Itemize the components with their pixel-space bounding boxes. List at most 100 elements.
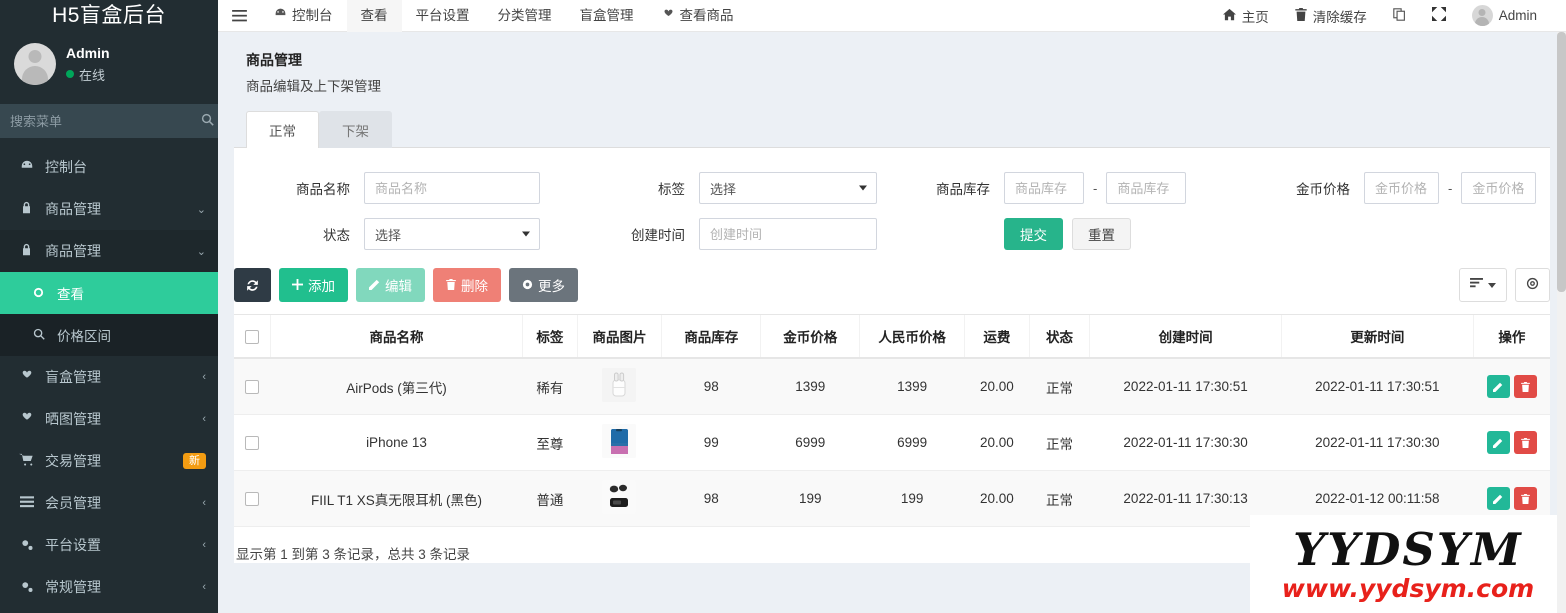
sidebar-item-price-range[interactable]: 价格区间 xyxy=(0,314,218,356)
sidebar-item-label: 商品管理 xyxy=(45,201,101,217)
filter-create-time-input[interactable] xyxy=(699,218,877,250)
table-row[interactable]: FIIL T1 XS真无限耳机 (黑色) 普通 98 199 199 20.00 xyxy=(234,470,1550,527)
sidebar-item-view[interactable]: 查看 xyxy=(0,272,218,314)
delete-button[interactable]: 删除 xyxy=(433,268,501,302)
filter-status-select[interactable]: 选择 xyxy=(364,218,540,250)
more-button[interactable]: 更多 xyxy=(509,268,578,302)
fullscreen-button[interactable] xyxy=(1419,0,1459,32)
columns-toggle-button[interactable] xyxy=(1459,268,1507,302)
sidebar: H5盲盒后台 Admin 在线 控制台 xyxy=(0,0,218,613)
table-settings-button[interactable] xyxy=(1515,268,1550,302)
scrollbar-thumb[interactable] xyxy=(1557,32,1566,292)
chevron-down-icon: ⌄ xyxy=(196,245,206,258)
row-delete-button[interactable] xyxy=(1513,487,1537,510)
col-updated-at[interactable]: 更新时间 xyxy=(1280,314,1474,359)
reset-button[interactable]: 重置 xyxy=(1072,218,1131,250)
filter-coin-min-input[interactable] xyxy=(1364,172,1439,204)
filter-stock-min-input[interactable] xyxy=(1004,172,1084,204)
filter-coin-max-input[interactable] xyxy=(1461,172,1537,204)
cell-product-name: FIIL T1 XS真无限耳机 (黑色) xyxy=(270,470,523,527)
user-status-label: 在线 xyxy=(79,67,106,83)
brand-title: H5盲盒后台 xyxy=(0,0,218,32)
chevron-left-icon: ‹ xyxy=(202,539,206,551)
sidebar-user-panel[interactable]: Admin 在线 xyxy=(0,32,218,94)
copy-button[interactable] xyxy=(1380,0,1419,32)
topnav-item-view-products[interactable]: 查看商品 xyxy=(648,0,748,32)
sidebar-item-trade-manage[interactable]: 交易管理 新 xyxy=(0,440,218,482)
cell-shipping: 20.00 xyxy=(964,358,1030,415)
row-delete-button[interactable] xyxy=(1513,375,1537,398)
col-rmb-price[interactable]: 人民币价格 xyxy=(859,314,965,359)
sidebar-item-dashboard[interactable]: 控制台 xyxy=(0,146,218,188)
col-status[interactable]: 状态 xyxy=(1028,314,1090,359)
sidebar-item-product-manage-2[interactable]: 商品管理 ⌄ xyxy=(0,230,218,272)
sidebar-search[interactable] xyxy=(0,104,218,138)
tab-normal[interactable]: 正常 xyxy=(246,111,319,148)
select-all-checkbox[interactable] xyxy=(244,329,259,344)
row-delete-button[interactable] xyxy=(1513,431,1537,454)
sidebar-item-blindbox-manage[interactable]: 盲盒管理 ‹ xyxy=(0,356,218,398)
hamburger-icon[interactable] xyxy=(218,0,260,32)
row-edit-button[interactable] xyxy=(1486,375,1510,398)
sidebar-item-photo-manage[interactable]: 晒图管理 ‹ xyxy=(0,398,218,440)
cell-status: 正常 xyxy=(1029,358,1090,415)
col-stock[interactable]: 商品库存 xyxy=(661,314,761,359)
avatar-icon xyxy=(1471,5,1493,26)
sidebar-menu: 控制台 商品管理 ⌄ 商品管理 ⌄ 查看 价格区间 盲盒管理 ‹ 晒图管理 ‹ … xyxy=(0,146,218,608)
row-edit-button[interactable] xyxy=(1486,431,1510,454)
filter-tag-select[interactable]: 选择 xyxy=(699,172,877,204)
cell-image xyxy=(577,470,662,527)
chevron-left-icon: ‹ xyxy=(202,413,206,425)
search-icon[interactable] xyxy=(196,104,218,138)
cell-shipping: 20.00 xyxy=(964,470,1030,527)
table-row[interactable]: iPhone 13 至尊 99 6999 6999 20.00 正常 2022-… xyxy=(234,414,1550,471)
col-shipping[interactable]: 运费 xyxy=(964,314,1030,359)
tab-offshelf[interactable]: 下架 xyxy=(319,111,392,148)
row-edit-button[interactable] xyxy=(1486,487,1510,510)
trash-icon xyxy=(446,278,456,293)
filter-stock-max-input[interactable] xyxy=(1106,172,1187,204)
sidebar-item-product-manage-1[interactable]: 商品管理 ⌄ xyxy=(0,188,218,230)
topnav-item-view[interactable]: 查看 xyxy=(346,0,402,32)
topnav-item-category-manage[interactable]: 分类管理 xyxy=(484,0,566,32)
topnav-item-dashboard[interactable]: 控制台 xyxy=(260,0,347,32)
cell-rmb-price: 199 xyxy=(859,470,965,527)
table-head: 商品名称 标签 商品图片 商品库存 金币价格 人民币价格 运费 状态 创建时间 … xyxy=(234,314,1550,359)
col-image[interactable]: 商品图片 xyxy=(576,314,662,359)
sidebar-item-general-manage[interactable]: 常规管理 ‹ xyxy=(0,566,218,608)
cell-created-at: 2022-01-11 17:30:13 xyxy=(1089,470,1282,527)
submit-button[interactable]: 提交 xyxy=(1004,218,1063,250)
topnav-item-platform-settings[interactable]: 平台设置 xyxy=(402,0,484,32)
airpods-thumbnail[interactable] xyxy=(602,368,637,402)
row-checkbox[interactable] xyxy=(245,492,260,507)
toolbar-right xyxy=(1459,268,1550,302)
home-button[interactable]: 主页 xyxy=(1210,0,1282,32)
clear-cache-button[interactable]: 清除缓存 xyxy=(1282,0,1380,32)
earbuds-thumbnail[interactable] xyxy=(602,480,637,514)
col-product-name[interactable]: 商品名称 xyxy=(269,314,523,359)
iphone-thumbnail[interactable] xyxy=(602,424,637,458)
row-checkbox[interactable] xyxy=(245,436,260,451)
page-scrollbar[interactable] xyxy=(1557,32,1566,613)
col-tag[interactable]: 标签 xyxy=(522,314,578,359)
filter-product-name-input[interactable] xyxy=(364,172,540,204)
table-body: AirPods (第三代) 稀有 98 1399 1399 20.00 正常 2… xyxy=(234,358,1550,527)
user-menu-button[interactable]: Admin xyxy=(1459,0,1550,32)
row-checkbox[interactable] xyxy=(245,380,260,395)
cell-status: 正常 xyxy=(1029,470,1090,527)
sidebar-item-member-manage[interactable]: 会员管理 ‹ xyxy=(0,482,218,524)
add-button[interactable]: 添加 xyxy=(279,268,348,302)
row-select-cell xyxy=(234,414,271,471)
topnav-item-blindbox-manage[interactable]: 盲盒管理 xyxy=(566,0,648,32)
col-coin-price[interactable]: 金币价格 xyxy=(760,314,860,359)
filter-row-2: 状态 选择 创建时间 创建时间 提交 重置 xyxy=(234,208,1550,254)
refresh-button[interactable] xyxy=(234,268,271,302)
gears-icon xyxy=(17,579,36,596)
chevron-down-icon xyxy=(859,185,867,191)
edit-button[interactable]: 编辑 xyxy=(356,268,425,302)
sidebar-item-platform-settings[interactable]: 平台设置 ‹ xyxy=(0,524,218,566)
search-input[interactable] xyxy=(0,104,196,138)
col-created-at[interactable]: 创建时间 xyxy=(1089,314,1282,359)
table-row[interactable]: AirPods (第三代) 稀有 98 1399 1399 20.00 正常 2… xyxy=(234,358,1550,415)
chevron-down-icon xyxy=(522,231,530,237)
